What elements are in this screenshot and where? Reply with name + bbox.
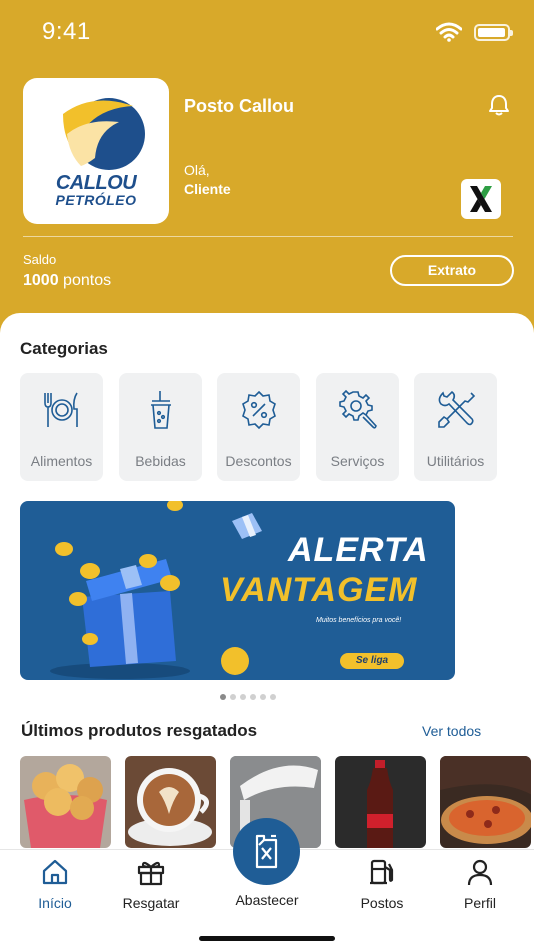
category-label: Utilitários [426,453,485,469]
home-indicator [199,936,335,941]
drink-cup-icon [151,391,171,429]
carousel-dot[interactable] [240,694,246,700]
category-label: Alimentos [30,453,93,469]
see-all-link[interactable]: Ver todos [422,723,481,739]
fuel-can-icon [255,834,278,869]
tab-inicio[interactable]: Início [10,850,100,920]
x-logo-icon [470,186,492,212]
refuel-action-label: Abastecer [235,892,299,908]
carousel-dot[interactable] [260,694,266,700]
categories-list: Alimentos Bebidas Descontos Serviços Uti… [20,373,534,483]
carousel-dot[interactable] [230,694,236,700]
banner-title-vantagem: VANTAGEM [220,571,418,609]
balance-points: 1000 [23,272,59,289]
wrench-screwdriver-icon [438,390,476,428]
cheese-bread-image [24,764,107,848]
gift-icon [137,861,165,886]
tab-resgatar[interactable]: Resgatar [106,850,196,920]
logo-text-petroleo: PETRÓLEO [55,192,137,208]
tab-label: Perfil [464,895,496,911]
utensils-plate-icon [44,392,78,427]
carousel-dot[interactable] [250,694,256,700]
main-content: Categorias Alimentos Bebidas Descontos S… [0,313,534,853]
tab-label: Resgatar [122,895,180,911]
battery-icon [474,24,513,41]
category-alimentos[interactable]: Alimentos [20,373,103,481]
pizza-image [440,756,531,844]
banner-title-alerta: ALERTA [288,531,429,569]
product-card-cola[interactable] [335,756,426,848]
user-icon [467,859,493,886]
balance-unit: pontos [63,272,112,289]
x-app-badge[interactable] [461,179,501,219]
status-time: 9:41 [42,18,91,45]
carousel-dot[interactable] [270,694,276,700]
category-label: Serviços [330,453,385,469]
home-icon [42,859,68,885]
client-name: Cliente [184,181,231,197]
product-card-cheese-bread[interactable] [20,756,111,848]
station-logo: CALLOU PETRÓLEO [23,78,169,224]
station-name: Posto Callou [184,96,295,116]
category-utilitarios[interactable]: Utilitários [414,373,497,481]
carousel-dot[interactable] [220,694,226,700]
category-bebidas[interactable]: Bebidas [119,373,202,481]
header-divider [23,236,513,237]
category-label: Bebidas [135,453,186,469]
recent-products-title: Últimos produtos resgatados [21,721,258,740]
status-bar: 9:41 [0,18,534,48]
tab-label: Postos [360,895,404,911]
balance-label: Saldo [23,252,57,267]
categories-title: Categorias [20,339,108,358]
gear-wrench-icon [339,389,377,429]
banner-subtitle: Muitos benefícios pra você! [316,617,402,624]
category-descontos[interactable]: Descontos [217,373,300,481]
tab-perfil[interactable]: Perfil [435,850,525,920]
balance-value: 1000 pontos [23,272,111,290]
product-card-latte[interactable] [125,756,216,848]
tab-label: Início [38,895,72,911]
greeting-text: Olá, [184,162,210,178]
product-card-pizza[interactable] [440,756,531,848]
fuel-pump-icon [370,859,394,885]
bell-icon[interactable] [488,94,510,116]
banner-cta-button[interactable]: Se liga [340,653,404,669]
promo-banner[interactable]: ALERTA VANTAGEM Muitos benefícios pra vo… [20,501,455,680]
tab-postos[interactable]: Postos [337,850,427,920]
category-label: Descontos [225,453,292,469]
latte-image [128,768,212,846]
header: 9:41 CALLOU PETRÓLEO Posto Callou Olá, C… [0,0,534,340]
extract-button[interactable]: Extrato [390,255,514,286]
percent-badge-icon [242,390,276,430]
refuel-action-button[interactable] [233,818,300,885]
cola-bottle-image [367,760,393,848]
wifi-icon [436,22,462,42]
category-servicos[interactable]: Serviços [316,373,399,481]
